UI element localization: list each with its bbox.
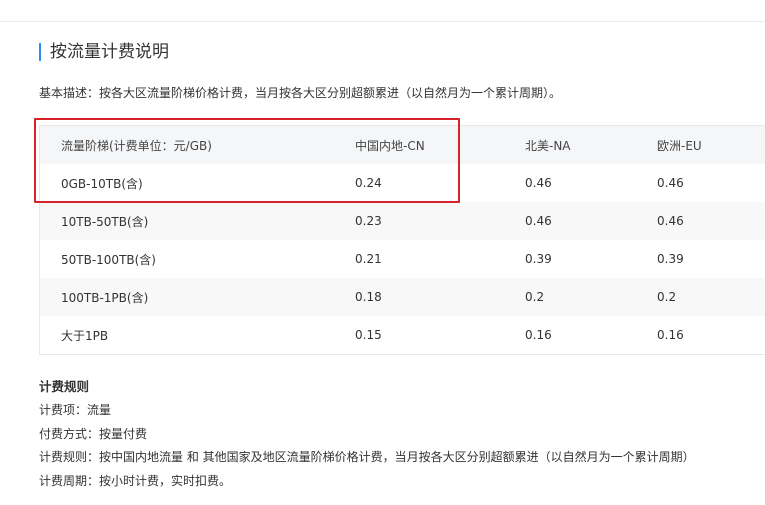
tier-cell: 50TB-100TB(含) <box>61 252 156 267</box>
price-cn-cell: 0.18 <box>355 290 382 304</box>
table-row: 大于1PB 0.15 0.16 0.16 <box>40 316 765 354</box>
price-na-cell: 0.39 <box>525 252 552 266</box>
rule-payment-method: 付费方式：按量付费 <box>39 426 148 441</box>
price-cn-cell: 0.24 <box>355 176 382 190</box>
price-na-cell: 0.16 <box>525 328 552 342</box>
price-eu-cell: 0.46 <box>657 214 684 228</box>
price-eu-cell: 0.2 <box>657 290 677 304</box>
price-na-cell: 0.46 <box>525 214 552 228</box>
price-eu-cell: 0.39 <box>657 252 684 266</box>
header-na: 北美-NA <box>525 138 571 153</box>
price-cn-cell: 0.21 <box>355 252 382 266</box>
price-eu-cell: 0.46 <box>657 176 684 190</box>
header-tier: 流量阶梯(计费单位：元/GB) <box>61 138 212 153</box>
price-eu-cell: 0.16 <box>657 328 684 342</box>
pricing-table: 流量阶梯(计费单位：元/GB) 中国内地-CN 北美-NA 欧洲-EU 0GB-… <box>39 125 765 355</box>
page-title: 按流量计费说明 <box>50 42 169 62</box>
billing-rules: 计费规则 计费项：流量 付费方式：按量付费 计费规则：按中国内地流量 和 其他国… <box>39 378 695 496</box>
price-na-cell: 0.2 <box>525 290 545 304</box>
tier-cell: 大于1PB <box>61 328 109 343</box>
header-eu: 欧洲-EU <box>657 138 702 153</box>
price-na-cell: 0.46 <box>525 176 552 190</box>
section-header: 按流量计费说明 <box>39 42 169 62</box>
table-row: 100TB-1PB(含) 0.18 0.2 0.2 <box>40 278 765 316</box>
rules-title: 计费规则 <box>39 379 90 394</box>
rule-billing-cycle: 计费周期：按小时计费，实时扣费。 <box>39 473 232 488</box>
top-divider <box>0 21 765 22</box>
table-row: 0GB-10TB(含) 0.24 0.46 0.46 <box>40 164 765 202</box>
price-cn-cell: 0.23 <box>355 214 382 228</box>
rule-billing-rule: 计费规则：按中国内地流量 和 其他国家及地区流量阶梯价格计费，当月按各大区分别超… <box>39 450 695 464</box>
title-accent-bar <box>39 43 41 61</box>
tier-cell: 10TB-50TB(含) <box>61 214 149 229</box>
rule-billing-item: 计费项：流量 <box>39 403 112 417</box>
tier-cell: 0GB-10TB(含) <box>61 176 143 191</box>
table-row: 10TB-50TB(含) 0.23 0.46 0.46 <box>40 202 765 240</box>
table-row: 50TB-100TB(含) 0.21 0.39 0.39 <box>40 240 765 278</box>
table-header-row: 流量阶梯(计费单位：元/GB) 中国内地-CN 北美-NA 欧洲-EU <box>40 126 765 164</box>
header-cn: 中国内地-CN <box>355 138 425 153</box>
tier-cell: 100TB-1PB(含) <box>61 290 149 305</box>
price-cn-cell: 0.15 <box>355 328 382 342</box>
basic-description: 基本描述：按各大区流量阶梯价格计费，当月按各大区分别超额累进（以自然月为一个累计… <box>39 86 562 100</box>
